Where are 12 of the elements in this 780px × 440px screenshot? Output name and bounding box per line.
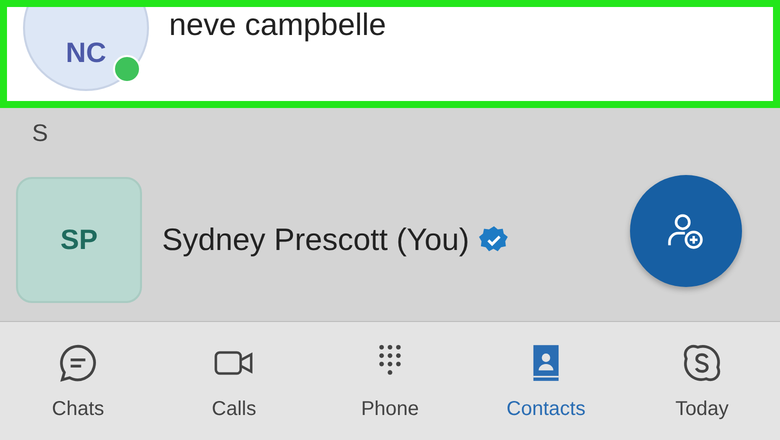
highlighted-contact-row[interactable]: NC neve campbelle [0,0,780,108]
avatar-initials: SP [60,224,98,256]
avatar-initials: NC [66,37,106,69]
nav-tab[interactable]: Today [624,322,780,440]
nav-tab[interactable]: Calls [156,322,312,440]
contact-name: neve campbelle [169,7,386,43]
nav-tab[interactable]: Phone [312,322,468,440]
contact-name: Sydney Prescott (You) [162,222,470,258]
section-letter: S [31,119,50,149]
nav-tab[interactable]: Chats [0,322,156,440]
contact-row[interactable]: SP Sydney Prescott (You) [0,177,780,303]
nav-tab[interactable]: Contacts [468,322,624,440]
